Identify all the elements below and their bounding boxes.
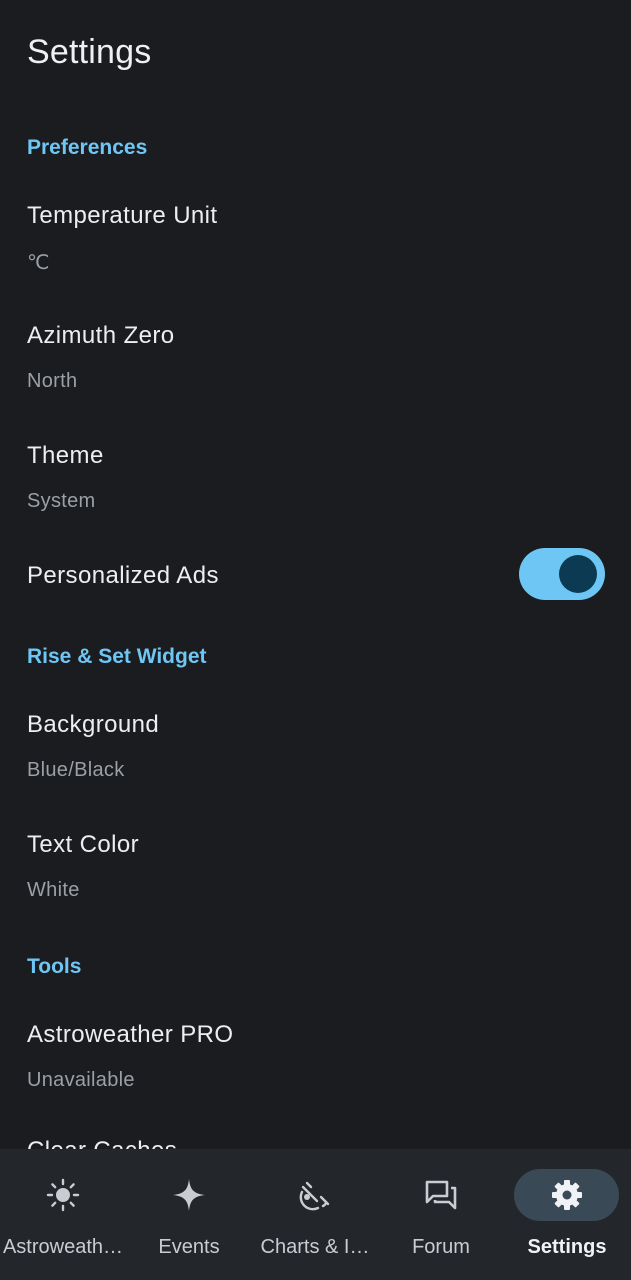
pref-title: Astroweather PRO [27, 1021, 234, 1048]
nav-label: Astroweath… [2, 1236, 124, 1258]
pref-summary: White [27, 879, 80, 901]
pref-title: Azimuth Zero [27, 322, 175, 349]
pref-azimuth-zero[interactable]: Azimuth Zero North [0, 305, 631, 415]
nav-item-astroweather[interactable]: Astroweath… [0, 1149, 126, 1280]
nav-item-settings[interactable]: Settings [504, 1149, 630, 1280]
nav-label: Forum [412, 1236, 470, 1258]
personalized-ads-toggle[interactable] [519, 548, 605, 600]
forum-icon [425, 1180, 457, 1210]
section-header-widget: Rise & Set Widget [27, 645, 207, 668]
pref-astroweather-pro[interactable]: Astroweather PRO Unavailable [0, 1004, 631, 1114]
section-header-preferences: Preferences [27, 136, 148, 159]
pref-summary: Unavailable [27, 1069, 135, 1091]
pref-temperature-unit[interactable]: Temperature Unit ℃ [0, 185, 631, 295]
pref-title: Background [27, 711, 160, 738]
pref-title: Theme [27, 442, 104, 469]
pref-theme[interactable]: Theme System [0, 425, 631, 535]
pref-summary: ℃ [27, 252, 50, 274]
pref-background[interactable]: Background Blue/Black [0, 694, 631, 804]
sparkle-icon [173, 1179, 205, 1211]
nav-item-events[interactable]: Events [126, 1149, 252, 1280]
nav-label: Charts & I… [260, 1236, 370, 1258]
sun-icon [46, 1178, 80, 1212]
nav-item-charts[interactable]: Charts & I… [252, 1149, 378, 1280]
pref-title: Personalized Ads [27, 562, 219, 589]
pref-summary: North [27, 370, 78, 392]
page-title: Settings [27, 33, 152, 71]
bottom-navigation: Astroweath… Events Charts & I… Forum Set… [0, 1149, 631, 1280]
pref-clear-caches[interactable]: Clear Caches [0, 1124, 631, 1149]
nav-item-forum[interactable]: Forum [378, 1149, 504, 1280]
section-header-tools: Tools [27, 955, 82, 978]
nav-label: Events [158, 1236, 220, 1258]
gear-icon [552, 1180, 582, 1210]
pref-title: Text Color [27, 831, 140, 858]
pref-summary: Blue/Black [27, 759, 125, 781]
settings-list[interactable]: Settings Preferences Temperature Unit ℃ … [0, 0, 631, 1149]
pref-title: Clear Caches [27, 1137, 177, 1149]
satellite-dish-icon [299, 1181, 330, 1211]
toggle-thumb [559, 555, 597, 593]
pref-summary: System [27, 490, 96, 512]
pref-title: Temperature Unit [27, 202, 218, 229]
pref-text-color[interactable]: Text Color White [0, 814, 631, 924]
nav-label: Settings [527, 1236, 607, 1258]
